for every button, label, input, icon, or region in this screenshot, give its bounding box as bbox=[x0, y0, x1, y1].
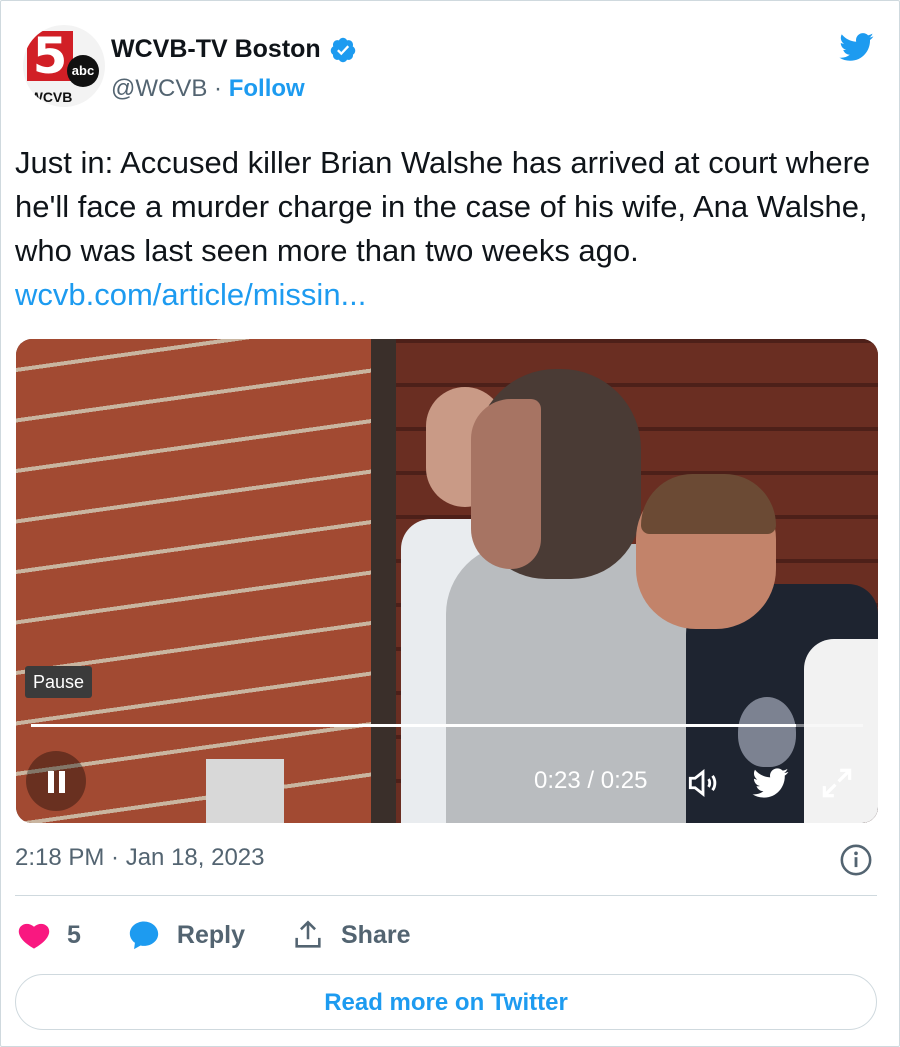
handle-row: @WCVB · Follow bbox=[111, 75, 305, 103]
fullscreen-icon[interactable] bbox=[818, 764, 856, 802]
pause-tooltip: Pause bbox=[25, 666, 93, 698]
verified-badge-icon bbox=[330, 37, 355, 62]
avatar[interactable]: 5 abc WCVB bbox=[23, 25, 105, 107]
twitter-logo-icon[interactable] bbox=[751, 764, 789, 802]
video-player[interactable]: Pause 0:23 / 0:25 bbox=[16, 339, 878, 823]
share-button[interactable]: Share bbox=[291, 918, 410, 952]
video-frame-plaque bbox=[206, 759, 284, 823]
heart-icon bbox=[18, 923, 50, 949]
share-icon bbox=[295, 920, 321, 948]
reply-bubble-icon bbox=[129, 921, 159, 950]
reply-button[interactable]: Reply bbox=[127, 918, 245, 952]
video-frame-pillar bbox=[371, 339, 396, 823]
tweet-actions: 5 Reply Share bbox=[17, 913, 456, 957]
tweet-text: Just in: Accused killer Brian Walshe has… bbox=[15, 141, 887, 317]
divider bbox=[15, 895, 877, 896]
logo-callsign: WCVB bbox=[29, 89, 73, 105]
read-more-button[interactable]: Read more on Twitter bbox=[15, 974, 877, 1030]
video-progress-fill bbox=[31, 724, 797, 727]
video-time: 0:23 / 0:25 bbox=[534, 767, 648, 794]
like-count: 5 bbox=[67, 920, 81, 949]
logo-number: 5 bbox=[27, 31, 73, 81]
handle-separator: · bbox=[214, 75, 223, 102]
logo-network: abc bbox=[67, 55, 99, 87]
video-frame-main-face bbox=[471, 399, 541, 569]
tweet-timestamp[interactable]: 2:18 PM · Jan 18, 2023 bbox=[15, 844, 265, 872]
account-name[interactable]: WCVB-TV Boston bbox=[111, 35, 357, 64]
info-icon[interactable] bbox=[839, 843, 873, 877]
video-frame-officer-badge bbox=[738, 697, 796, 767]
video-frame-brick-wall bbox=[16, 339, 371, 823]
twitter-bird-icon[interactable] bbox=[835, 29, 877, 65]
video-progress-bar[interactable] bbox=[31, 724, 863, 727]
pause-button[interactable] bbox=[26, 751, 86, 811]
reply-label: Reply bbox=[176, 920, 245, 949]
tweet-card: 5 abc WCVB WCVB-TV Boston @WCVB · Follow… bbox=[0, 0, 900, 1047]
tweet-body: Just in: Accused killer Brian Walshe has… bbox=[15, 145, 871, 268]
share-label: Share bbox=[341, 920, 411, 949]
account-handle[interactable]: @WCVB bbox=[111, 75, 207, 102]
volume-icon[interactable] bbox=[684, 764, 722, 802]
like-button[interactable]: 5 bbox=[17, 918, 81, 952]
follow-button[interactable]: Follow bbox=[229, 75, 305, 102]
account-name-text: WCVB-TV Boston bbox=[111, 35, 321, 63]
article-link[interactable]: wcvb.com/article/missin... bbox=[15, 277, 366, 312]
